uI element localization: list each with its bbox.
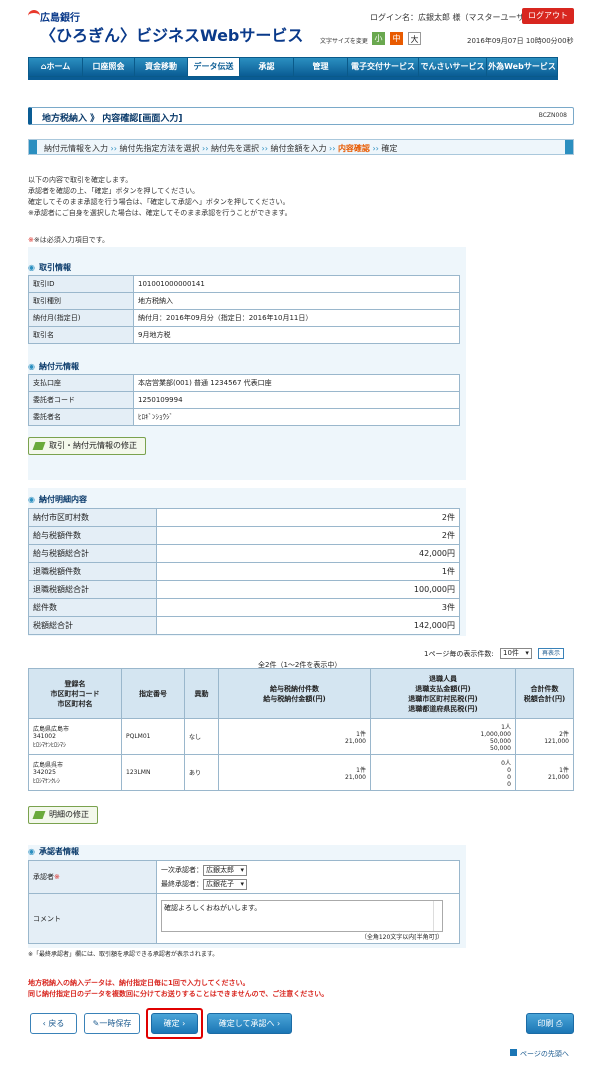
approver-note: ※「最終承認者」欄には、取引額を承認できる承認者が表示されます。 (28, 951, 219, 958)
per-page-label: 1ページ毎の表示件数: (424, 650, 494, 658)
payer-heading: 納付元情報 (28, 361, 79, 372)
step-6: 確定 (381, 144, 398, 153)
back-button[interactable]: ‹ 戻る (30, 1013, 77, 1034)
intro-line-1: 以下の内容で取引を確定します。 (28, 176, 133, 184)
table-row: 退職税額総合計 100,000円 (28, 580, 460, 599)
warning-line-2: 同じ納付指定日のデータを複数回に分けてお送りすることはできませんので、ご注意くだ… (28, 990, 329, 998)
table-row: 支払口座 本店営業部(001) 普通 1234567 代表口座 (28, 374, 460, 392)
summary-table: 納付市区町村数 2件 給与税額件数 2件 給与税額総合計 42,000円 退職税額件数… (28, 508, 460, 635)
per-page-select[interactable]: 10件 (500, 648, 532, 659)
arrow-up-icon (510, 1049, 517, 1056)
intro-line-4: ※承認者にご自身を選択した場合は、確定してそのまま承認を行うことができます。 (28, 209, 292, 217)
nav-home[interactable]: ⌂ホーム (28, 57, 82, 77)
page-top-link[interactable]: ページの先頭へ (510, 1049, 569, 1059)
approver-heading: 承認者情報 (28, 846, 79, 857)
nav-densai[interactable]: でんさいサービス (418, 57, 486, 77)
table-row: 委託者名 ﾋﾛｷﾞﾝｼｮｳｼﾞ (28, 408, 460, 426)
main-nav: ⌂ホーム 口座照会 資金移動 データ伝送 承認 管理 電子交付サービス でんさい… (28, 57, 558, 77)
printer-icon: ⎙ (553, 1019, 563, 1028)
nav-transfer[interactable]: 資金移動 (134, 57, 187, 77)
nav-manage[interactable]: 管理 (293, 57, 347, 77)
intro-line-2: 承認者を確認の上、「確定」ボタンを押してください。 (28, 187, 200, 195)
trade-table: 取引ID 101001000000141 取引種別 地方税納入 納付月(指定日) 納付… (28, 275, 460, 344)
table-row: 委託者コード 1250109994 (28, 391, 460, 409)
redisplay-button[interactable]: 再表示 (538, 648, 565, 659)
font-medium-button[interactable]: 中 (390, 32, 403, 45)
detail-table: 登録名 市区町村コード 市区町村名 指定番号 異動 給与税納付件数 給与税納付金… (28, 668, 574, 791)
step-1: 納付元情報を入力 (44, 144, 108, 153)
table-row: 総件数 3件 (28, 598, 460, 617)
step-3: 納付先を選択 (210, 144, 259, 153)
payer-table: 支払口座 本店営業部(001) 普通 1234567 代表口座 委託者コード 125… (28, 374, 460, 426)
table-row: 承認者※ 一次承認者：広銀太郎 最終承認者：広銀花子 (28, 860, 460, 894)
login-name: ログイン名：広銀太郎 様（マスターユーザ） (370, 13, 533, 22)
table-row: 給与税額総合計 42,000円 (28, 544, 460, 563)
nav-account[interactable]: 口座照会 (82, 57, 134, 77)
intro-line-3: 確定してそのまま承認を行う場合は、「確定して承認へ」ボタンを押してください。 (28, 198, 290, 206)
step-indicator: 納付元情報を入力 ›› 納付先指定方法を選択 ›› 納付先を選択 ›› 納付金額… (28, 139, 574, 155)
step-left-arrow-icon (29, 140, 37, 154)
confirm-button[interactable]: 確定 › (151, 1013, 198, 1034)
logout-button[interactable]: ログアウト (522, 8, 574, 24)
page-title: 地方税納入 》 内容確認[画面入力] (42, 114, 183, 124)
font-large-button[interactable]: 大 (408, 32, 421, 45)
table-header-row: 登録名 市区町村コード 市区町村名 指定番号 異動 給与税納付件数 給与税納付金… (28, 668, 574, 719)
font-size-label: 文字サイズを変更 (320, 38, 368, 45)
table-row: コメント 確認よろしくおねがいします。 （全角120文字以内[半角可]） (28, 893, 460, 944)
table-row: 納付市区町村数 2件 (28, 508, 460, 527)
step-4: 納付金額を入力 (270, 144, 327, 153)
table-row: 取引種別 地方税納入 (28, 292, 460, 310)
table-row: 税額総合計 142,000円 (28, 616, 460, 635)
chevron-right-icon: › (179, 1019, 186, 1028)
screen-id: BCZN008 (538, 112, 567, 119)
table-row: 退職税額件数 1件 (28, 562, 460, 581)
chevron-right-icon: › (274, 1019, 281, 1028)
summary-heading: 納付明細内容 (28, 494, 87, 505)
table-row: 取引ID 101001000000141 (28, 275, 460, 293)
comment-textarea[interactable]: 確認よろしくおねがいします。 (161, 900, 443, 932)
step-2: 納付先指定方法を選択 (119, 144, 200, 153)
comment-hint: （全角120文字以内[半角可]） (360, 934, 443, 941)
table-row: 取引名 9月地方税 (28, 326, 460, 344)
fix-trade-payer-button[interactable]: 取引・納付元情報の修正 (28, 437, 146, 455)
trade-heading: 取引情報 (28, 262, 71, 273)
nav-forex[interactable]: 外為Webサービス (486, 57, 558, 77)
nav-data-transmission[interactable]: データ伝送 (187, 57, 239, 77)
nav-divider (28, 77, 558, 80)
datetime: 2016年09月07日 10時00分00秒 (467, 37, 574, 45)
step-5-current: 内容確認 (337, 144, 370, 153)
required-note: ※※は必須入力項目です。 (28, 236, 110, 244)
table-row: 給与税額件数 2件 (28, 526, 460, 545)
textarea-scrollbar[interactable] (433, 901, 441, 931)
save-draft-button[interactable]: ✎一時保存 (84, 1013, 140, 1034)
font-small-button[interactable]: 小 (372, 32, 385, 45)
nav-approval[interactable]: 承認 (239, 57, 293, 77)
step-list: 納付元情報を入力 ›› 納付先指定方法を選択 ›› 納付先を選択 ›› 納付金額… (44, 144, 398, 153)
warning-line-1: 地方税納入の納入データは、納付指定日毎に1回で入力してください。 (28, 979, 250, 987)
header: 広島銀行 〈ひろぎん〉ビジネスWebサービス ログイン名：広銀太郎 様（マスター… (0, 0, 600, 50)
edit-icon (32, 442, 46, 450)
table-row: 広島県呉市 342025 ﾋﾛｼﾏｹﾝｸﾚｼ 123LMN あり 1件 21,0… (28, 754, 574, 791)
print-button[interactable]: 印刷 ⎙ (526, 1013, 574, 1034)
nav-e-delivery[interactable]: 電子交付サービス (347, 57, 418, 77)
service-name: 〈ひろぎん〉ビジネスWebサービス (40, 26, 304, 45)
first-approver-select[interactable]: 広銀太郎 (203, 865, 247, 876)
edit-icon (32, 811, 46, 819)
table-row: 納付月(指定日) 納付月：2016年09月分（指定日：2016年10月11日） (28, 309, 460, 327)
bank-logo-icon (28, 10, 40, 18)
table-row: 広島県広島市 341002 ﾋﾛｼﾏｹﾝﾋﾛｼﾏｼ PQLM01 なし 1件 2… (28, 718, 574, 755)
approver-table: 承認者※ 一次承認者：広銀太郎 最終承認者：広銀花子 コメント 確認よろしくおね… (28, 860, 460, 944)
final-approver-select[interactable]: 広銀花子 (203, 879, 247, 890)
confirm-approve-button[interactable]: 確定して承認へ › (207, 1013, 292, 1034)
page-title-bar: 地方税納入 》 内容確認[画面入力] BCZN008 (28, 107, 574, 125)
fix-detail-button[interactable]: 明細の修正 (28, 806, 98, 824)
step-right-arrow-icon (565, 140, 573, 154)
